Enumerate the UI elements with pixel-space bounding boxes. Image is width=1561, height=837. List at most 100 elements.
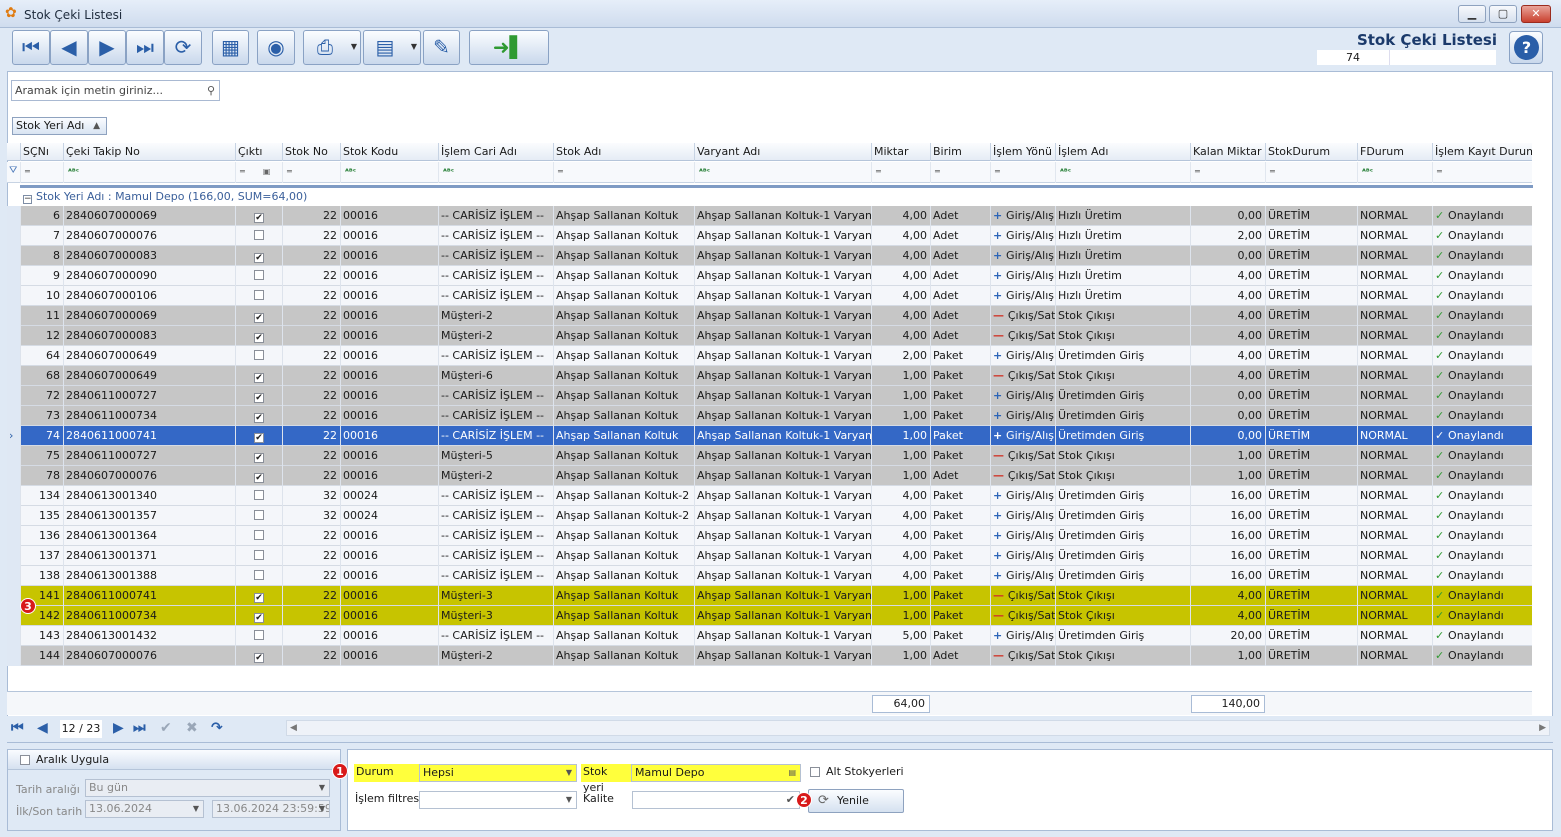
check-icon[interactable]: ✔ bbox=[786, 792, 795, 808]
table-row[interactable]: 11 2840607000069 ✔ 22 00016 Müşteri-2 Ahşap Sa… bbox=[7, 306, 1532, 326]
column-header[interactable]: İşlem Adı bbox=[1055, 143, 1190, 161]
nav-prev-icon[interactable]: ◀ bbox=[37, 720, 48, 736]
row-indicator[interactable] bbox=[7, 246, 20, 266]
nav-first-icon[interactable]: ⏮ bbox=[11, 720, 24, 736]
row-indicator[interactable] bbox=[7, 446, 20, 466]
row-indicator[interactable] bbox=[7, 286, 20, 306]
refresh-button[interactable]: ⟳ bbox=[164, 30, 202, 65]
equals-filter-icon[interactable]: ═ bbox=[20, 162, 63, 183]
table-row[interactable]: 10 2840607000106 22 00016 -- CARİSİZ İŞLEM -… bbox=[7, 286, 1532, 306]
filter-row[interactable]: ═ ᴬᴮᶜ ═ ▣ ═ ᴬᴮᶜ ᴬᴮᶜ ═ ᴬᴮᶜ ═ ═ ═ ᴬᴮᶜ ═ ═ ᴬᴮᶜ ═ bbox=[7, 162, 1532, 183]
equals-filter-icon[interactable]: ═ bbox=[1432, 162, 1532, 183]
kalite-input[interactable]: ✔ bbox=[632, 791, 800, 809]
column-header[interactable]: Stok Adı bbox=[553, 143, 694, 161]
row-indicator[interactable] bbox=[7, 486, 20, 506]
nav-check-icon[interactable]: ✔ bbox=[160, 720, 172, 736]
alt-stokyerleri-checkbox[interactable] bbox=[810, 767, 820, 777]
column-header[interactable]: Miktar bbox=[871, 143, 930, 161]
first-record-button[interactable]: ⏮ bbox=[12, 30, 50, 65]
ilk-tarih-input[interactable]: 13.06.2024 ▼ bbox=[85, 800, 204, 818]
pdf-save-button[interactable]: ▤ ▼ bbox=[363, 30, 421, 65]
column-header[interactable]: SÇNı bbox=[20, 143, 63, 161]
settings-button[interactable]: ✎ bbox=[423, 30, 460, 65]
cikti-checkbox[interactable]: ✔ bbox=[254, 253, 264, 263]
row-indicator[interactable] bbox=[7, 646, 20, 666]
group-row[interactable]: − Stok Yeri Adı : Mamul Depo (166,00, SUM… bbox=[20, 189, 1532, 205]
table-row[interactable]: 8 2840607000083 ✔ 22 00016 -- CARİSİZ İŞLEM -… bbox=[7, 246, 1532, 266]
column-header[interactable]: Çeki Takip No bbox=[63, 143, 235, 161]
cikti-checkbox[interactable] bbox=[254, 630, 264, 640]
column-header[interactable]: Birim bbox=[930, 143, 990, 161]
scroll-left-icon[interactable]: ◀ bbox=[290, 723, 297, 733]
column-header[interactable]: StokDurum bbox=[1265, 143, 1357, 161]
column-header[interactable]: İşlem Yönü bbox=[990, 143, 1055, 161]
cikti-checkbox[interactable] bbox=[254, 290, 264, 300]
cikti-checkbox[interactable]: ✔ bbox=[254, 593, 264, 603]
cikti-checkbox[interactable]: ✔ bbox=[254, 453, 264, 463]
cikti-checkbox[interactable] bbox=[254, 490, 264, 500]
preview-button[interactable]: ▦ bbox=[212, 30, 249, 65]
cikti-checkbox[interactable]: ✔ bbox=[254, 393, 264, 403]
view-button[interactable]: ◉ bbox=[257, 30, 295, 65]
row-indicator[interactable] bbox=[7, 206, 20, 226]
stokyeri-input[interactable]: Mamul Depo ▤ bbox=[631, 764, 801, 782]
cikti-checkbox[interactable]: ✔ bbox=[254, 413, 264, 423]
row-indicator[interactable] bbox=[7, 526, 20, 546]
cikti-checkbox[interactable]: ✔ bbox=[254, 653, 264, 663]
text-filter-icon[interactable]: ᴬᴮᶜ bbox=[63, 162, 235, 183]
table-row[interactable]: 7 2840607000076 22 00016 -- CARİSİZ İŞLEM --… bbox=[7, 226, 1532, 246]
column-header[interactable]: İşlem Cari Adı bbox=[438, 143, 553, 161]
table-row[interactable]: 9 2840607000090 22 00016 -- CARİSİZ İŞLEM --… bbox=[7, 266, 1532, 286]
table-row[interactable]: › 74 2840611000741 ✔ 22 00016 -- CARİSİZ İŞLEM… bbox=[7, 426, 1532, 446]
row-indicator[interactable] bbox=[7, 406, 20, 426]
table-row[interactable]: 75 2840611000727 ✔ 22 00016 Müşteri-5 Ahşap Sa… bbox=[7, 446, 1532, 466]
durum-select[interactable]: Hepsi ▼ bbox=[419, 764, 577, 782]
equals-filter-icon[interactable]: ═ bbox=[871, 162, 930, 183]
table-row[interactable]: 138 2840613001388 22 00016 -- CARİSİZ İŞLEM … bbox=[7, 566, 1532, 586]
print-button[interactable]: ⎙ ▼ bbox=[303, 30, 361, 65]
yenile-button[interactable]: ⟳ Yenile bbox=[808, 789, 904, 813]
maximize-button[interactable]: ▢ bbox=[1489, 5, 1517, 23]
cikti-checkbox[interactable]: ✔ bbox=[254, 613, 264, 623]
text-filter-icon[interactable]: ᴬᴮᶜ bbox=[694, 162, 871, 183]
cikti-checkbox[interactable] bbox=[254, 350, 264, 360]
table-row[interactable]: 64 2840607000649 22 00016 -- CARİSİZ İŞLEM -… bbox=[7, 346, 1532, 366]
row-indicator[interactable] bbox=[7, 566, 20, 586]
row-indicator[interactable] bbox=[7, 506, 20, 526]
text-filter-icon[interactable]: ᴬᴮᶜ bbox=[1055, 162, 1190, 183]
nav-last-icon[interactable]: ⏭ bbox=[133, 720, 146, 736]
cikti-checkbox[interactable]: ✔ bbox=[254, 333, 264, 343]
cikti-checkbox[interactable] bbox=[254, 570, 264, 580]
table-row[interactable]: 134 2840613001340 32 00024 -- CARİSİZ İŞLEM … bbox=[7, 486, 1532, 506]
row-indicator[interactable] bbox=[7, 546, 20, 566]
row-indicator[interactable] bbox=[7, 306, 20, 326]
search-input[interactable]: Aramak için metin giriniz... ⚲ bbox=[11, 80, 220, 101]
row-indicator[interactable]: › bbox=[7, 426, 20, 446]
lookup-icon[interactable]: ▤ bbox=[788, 765, 796, 781]
prev-record-button[interactable]: ◀ bbox=[50, 30, 88, 65]
text-filter-icon[interactable]: ᴬᴮᶜ bbox=[340, 162, 438, 183]
table-row[interactable]: 6 2840607000069 ✔ 22 00016 -- CARİSİZ İŞLEM -… bbox=[7, 206, 1532, 226]
equals-filter-icon[interactable]: ═ ▣ bbox=[235, 162, 282, 183]
cikti-checkbox[interactable] bbox=[254, 530, 264, 540]
table-row[interactable]: 141 2840611000741 ✔ 22 00016 Müşteri-3 Ahşap S… bbox=[7, 586, 1532, 606]
table-row[interactable]: 78 2840607000076 ✔ 22 00016 Müşteri-2 Ahşap Sa… bbox=[7, 466, 1532, 486]
table-row[interactable]: 72 2840611000727 ✔ 22 00016 -- CARİSİZ İŞLEM … bbox=[7, 386, 1532, 406]
group-by-button[interactable]: Stok Yeri Adı ▲ bbox=[12, 117, 107, 135]
row-indicator[interactable] bbox=[7, 386, 20, 406]
table-row[interactable]: 136 2840613001364 22 00016 -- CARİSİZ İŞLEM … bbox=[7, 526, 1532, 546]
horizontal-scrollbar[interactable]: ◀ ▶ bbox=[286, 720, 1550, 736]
equals-filter-icon[interactable]: ═ bbox=[930, 162, 990, 183]
cikti-checkbox[interactable] bbox=[254, 510, 264, 520]
column-header[interactable]: FDurum bbox=[1357, 143, 1432, 161]
cikti-checkbox[interactable]: ✔ bbox=[254, 473, 264, 483]
table-row[interactable]: 73 2840611000734 ✔ 22 00016 -- CARİSİZ İŞLEM … bbox=[7, 406, 1532, 426]
text-filter-icon[interactable]: ᴬᴮᶜ bbox=[438, 162, 553, 183]
column-header[interactable]: Varyant Adı bbox=[694, 143, 871, 161]
son-tarih-input[interactable]: 13.06.2024 23:59:59 ▼ bbox=[212, 800, 330, 818]
aralik-checkbox[interactable] bbox=[20, 755, 30, 765]
last-record-button[interactable]: ⏭ bbox=[126, 30, 164, 65]
collapse-icon[interactable]: − bbox=[23, 195, 32, 204]
row-indicator[interactable] bbox=[7, 226, 20, 246]
table-row[interactable]: 137 2840613001371 22 00016 -- CARİSİZ İŞLEM … bbox=[7, 546, 1532, 566]
